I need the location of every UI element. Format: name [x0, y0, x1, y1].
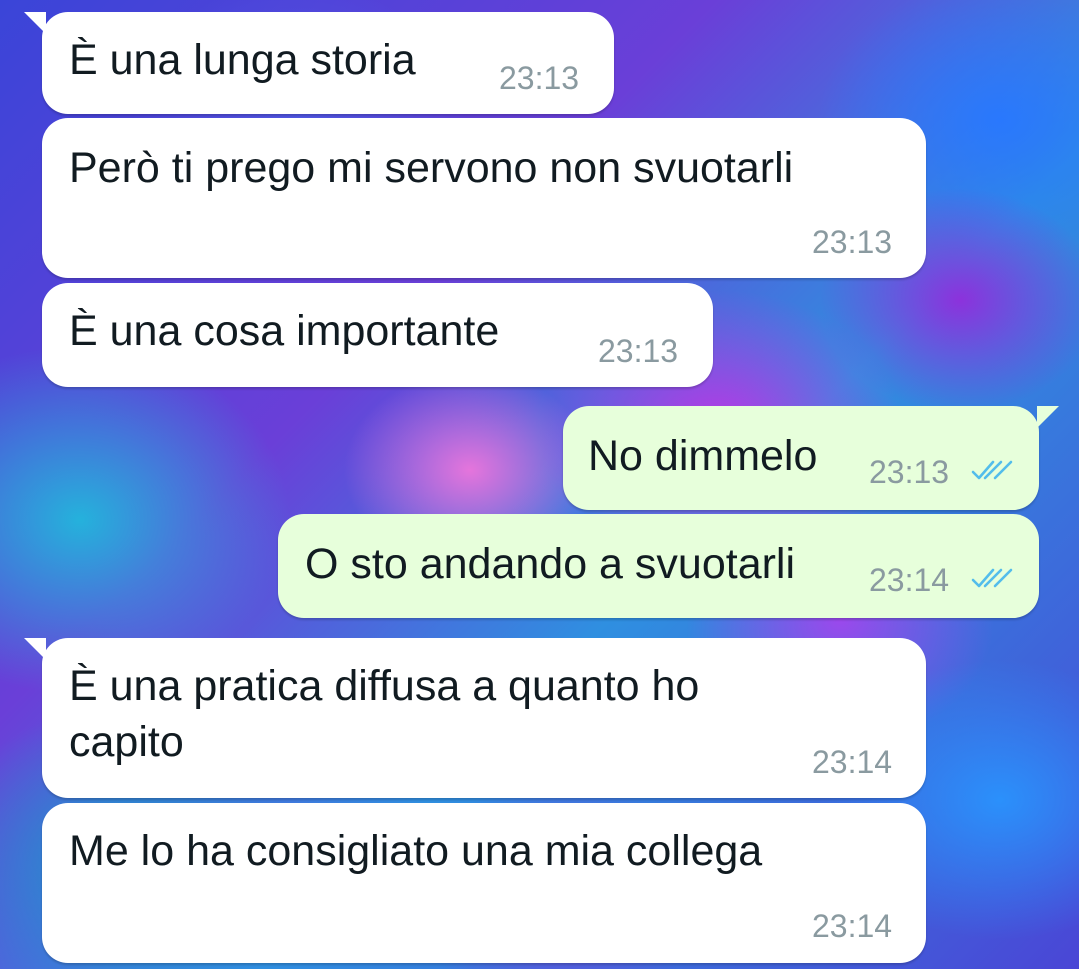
double-check-read-icon: [971, 568, 1013, 588]
message-text: È una pratica diffusa a quanto ho capito: [69, 662, 700, 766]
bubble-tail: [1037, 406, 1059, 428]
message-time: 23:14: [812, 908, 893, 944]
message-text: È una lunga storia: [69, 36, 416, 84]
message-time: 23:13: [598, 333, 679, 369]
bubble-tail: [24, 638, 46, 660]
message-bubble-outgoing[interactable]: No dimmelo 23:13: [563, 406, 1059, 510]
message-bubble-incoming[interactable]: È una lunga storia 23:13: [24, 12, 614, 114]
message-time: 23:14: [869, 562, 950, 598]
message-text: È una cosa importante: [69, 307, 500, 355]
message-text: O sto andando a svuotarli: [305, 540, 796, 588]
double-check-read-icon: [971, 460, 1013, 480]
message-time: 23:13: [812, 224, 893, 260]
message-time: 23:13: [869, 454, 950, 490]
message-bubble-incoming[interactable]: Me lo ha consigliato una mia collega 23:…: [42, 803, 926, 963]
message-time: 23:13: [499, 60, 580, 96]
message-bubble-outgoing[interactable]: O sto andando a svuotarli 23:14: [278, 514, 1039, 618]
message-text: Però ti prego mi servono non svuotarli: [69, 144, 794, 192]
message-bubble-incoming[interactable]: Però ti prego mi servono non svuotarli 2…: [42, 118, 926, 278]
message-time: 23:14: [812, 744, 893, 780]
bubble-tail: [24, 12, 46, 34]
message-text: No dimmelo: [588, 432, 818, 480]
message-bubble-incoming[interactable]: È una pratica diffusa a quanto ho capito…: [24, 638, 926, 798]
message-bubble-incoming[interactable]: È una cosa importante 23:13: [42, 283, 713, 387]
message-text: Me lo ha consigliato una mia collega: [69, 827, 763, 875]
